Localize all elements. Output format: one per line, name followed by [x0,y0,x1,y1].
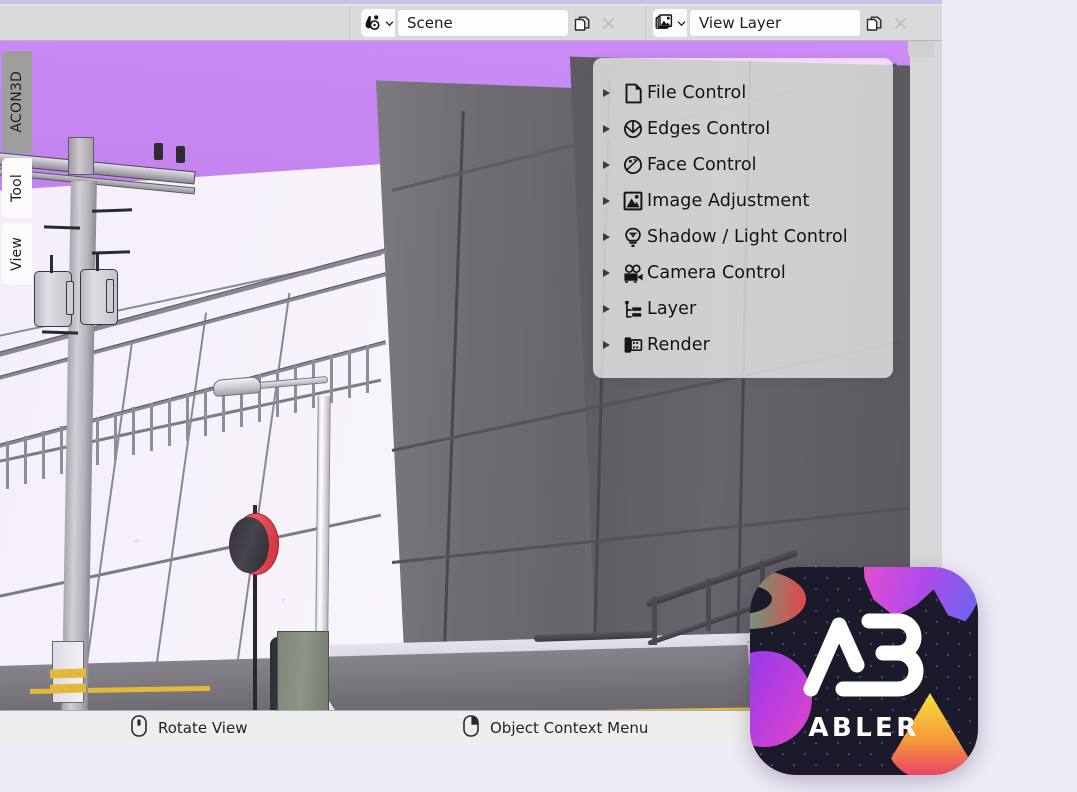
scene-remove-button[interactable] [595,9,621,37]
triangle-right-icon[interactable] [593,269,619,277]
abler-logo-badge: ABLER [750,567,978,775]
triangle-right-icon[interactable] [593,305,619,313]
header-divider-1 [349,6,350,40]
view-layer-selector-group: View Layer [653,6,913,40]
acon3d-panel[interactable]: File Control Edges Control Face Control … [593,58,893,378]
panel-item-edges-control[interactable]: Edges Control [593,116,893,142]
panel-item-face-control[interactable]: Face Control [593,152,893,178]
sidebar-tab-label: Tool [9,174,25,202]
triangle-right-icon[interactable] [593,125,619,133]
utility-cabinet [277,631,329,710]
traffic-mirror-face [229,517,269,573]
panel-item-camera-control[interactable]: Camera Control [593,260,893,286]
panel-item-layer[interactable]: Layer [593,296,893,322]
panel-item-label: Image Adjustment [647,191,810,211]
view-layer-duplicate-button[interactable] [861,9,887,37]
scene-name-field[interactable]: Scene [397,9,569,37]
triangle-right-icon[interactable] [593,233,619,241]
render-layers-icon [655,14,672,29]
panel-item-label: Face Control [647,155,757,175]
close-icon [602,17,614,29]
header-divider-2 [645,6,646,40]
image-icon [619,191,647,211]
scene-drop-icon [365,15,380,31]
panel-item-label: File Control [647,83,747,103]
stair-rail-post [706,579,711,631]
sidebar-tab-label: ACON3D [9,71,25,133]
close-icon [894,17,906,29]
triangle-right-icon[interactable] [593,341,619,349]
insulator [154,143,163,160]
pole-hazard-stripe [49,668,87,679]
status-object-context-menu[interactable]: Object Context Menu [463,710,648,746]
layers-icon [619,300,647,319]
chevron-down-icon [385,20,393,26]
edges-icon [619,119,647,139]
panel-item-label: Camera Control [647,263,786,283]
transformer-band [106,279,114,313]
sidebar-tab-label: View [9,236,25,272]
panel-item-label: Render [647,335,710,355]
status-rotate-view[interactable]: Rotate View [131,710,247,746]
panel-item-label: Layer [647,299,697,319]
status-label: Object Context Menu [490,719,649,737]
insulator [176,146,185,163]
panel-item-render[interactable]: Render [593,332,893,358]
pole-cap [68,137,94,175]
scene-name-value: Scene [407,14,453,32]
abler-monogram [750,607,978,699]
face-icon [619,155,647,175]
transformer-band [66,281,74,315]
file-icon [619,83,647,104]
status-label: Rotate View [158,719,248,737]
scene-datablock-dropdown[interactable] [361,9,395,37]
camera-icon [619,264,647,283]
mouse-middle-icon [131,715,147,741]
panel-item-label: Edges Control [647,119,771,139]
stair-rail-post [652,597,657,645]
view-layer-remove-button[interactable] [887,9,913,37]
sidebar-tab-acon3d[interactable]: ACON3D [2,51,32,153]
scene-duplicate-button[interactable] [569,9,595,37]
mouse-right-icon [463,715,479,741]
panel-item-file-control[interactable]: File Control [593,80,893,106]
duplicate-icon [866,16,881,31]
viewport-corner-widget[interactable] [908,41,934,57]
view-layer-name-value: View Layer [699,14,782,32]
scene-selector-group: Scene [361,6,621,40]
view-layer-name-field[interactable]: View Layer [689,9,861,37]
film-icon [619,335,647,355]
pole-hazard-stripe [49,683,87,694]
sidebar-tab-view[interactable]: View [2,223,32,285]
transformer-lead [50,255,53,273]
panel-item-label: Shadow / Light Control [647,227,848,247]
triangle-right-icon[interactable] [593,161,619,169]
panel-item-shadow-light-control[interactable]: Shadow / Light Control [593,224,893,250]
app-root: Scene View Layer File Control Edges Cont… [0,0,1077,792]
duplicate-icon [574,16,589,31]
abler-wordmark: ABLER [808,713,920,743]
triangle-right-icon[interactable] [593,89,619,97]
chevron-down-icon [677,20,685,26]
triangle-right-icon[interactable] [593,197,619,205]
view-layer-datablock-dropdown[interactable] [653,9,687,37]
panel-item-image-adjustment[interactable]: Image Adjustment [593,188,893,214]
transformer-lead [96,253,99,271]
lightbulb-icon [619,227,647,248]
a3-monogram-icon [803,613,924,697]
sidebar-tab-tool[interactable]: Tool [2,158,32,218]
